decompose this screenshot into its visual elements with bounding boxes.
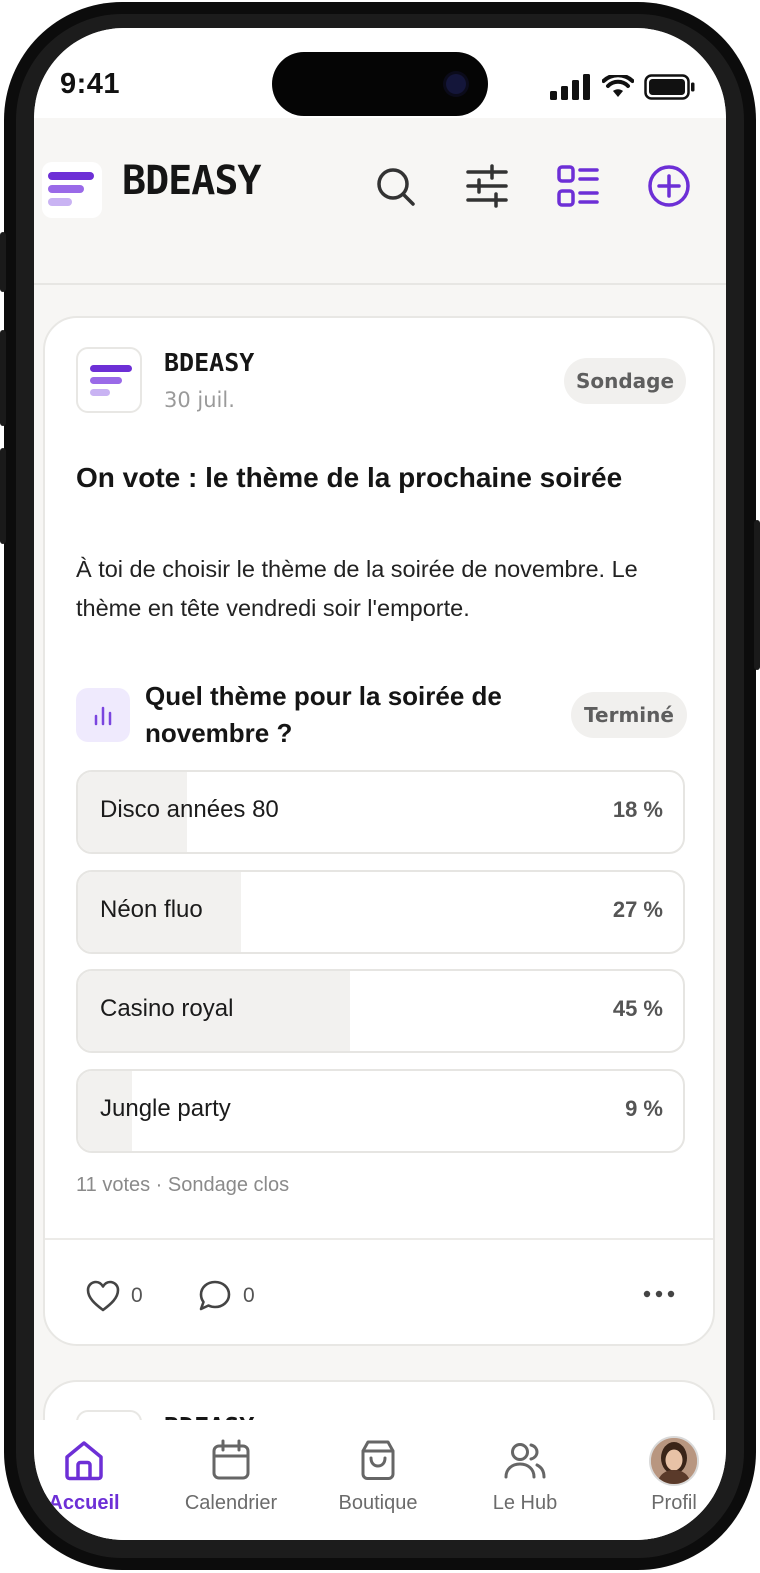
shopping-bag-icon [361,1440,395,1480]
post-card[interactable]: BDEASY 30 juil. Sondage On vote : le thè… [43,316,715,1346]
search-icon[interactable] [373,164,417,208]
tab-accueil[interactable]: Accueil [34,1420,154,1540]
tab-bar: Accueil Calendrier Boutique Le Hub Profi… [34,1420,726,1540]
post-author[interactable]: BDEASY [164,348,254,377]
status-icons [550,72,696,102]
like-count: 0 [131,1284,143,1307]
battery-icon [644,74,695,100]
comment-button[interactable]: 0 [197,1278,255,1314]
poll-option-percent: 27 % [612,897,663,922]
volume-up-button [0,330,6,426]
poll-option-label: Casino royal [100,995,234,1022]
silent-switch [0,232,6,292]
poll-option-percent: 9 % [625,1096,663,1121]
poll-option[interactable]: Jungle party 9 % [76,1069,685,1153]
dynamic-island [272,52,488,116]
tab-label: Le Hub [492,1492,558,1514]
plus-circle-icon[interactable] [647,164,691,208]
status-time: 9:41 [60,68,121,100]
volume-down-button [0,448,6,544]
poll-option-label: Disco années 80 [100,796,279,823]
tab-le-hub[interactable]: Le Hub [455,1420,595,1540]
tab-label: Boutique [338,1492,418,1514]
tab-profil[interactable]: Profil [604,1420,726,1540]
poll-option[interactable]: Disco années 80 18 % [76,770,685,854]
post-body: À toi de choisir le thème de la soirée d… [76,556,638,621]
poll-option-percent: 18 % [612,797,663,822]
avatar [649,1436,699,1486]
screen: 9:41 BDEASY BDEASY 30 juil. Sondage On v… [34,28,726,1540]
tab-boutique[interactable]: Boutique [308,1420,448,1540]
comment-count: 0 [243,1284,255,1307]
app-logo[interactable] [42,162,102,218]
comment-icon [199,1280,231,1311]
poll-option-label: Jungle party [100,1095,231,1122]
app-bar: BDEASY [34,118,726,285]
tab-label: Profil [651,1492,697,1514]
poll-option-label: Néon fluo [100,896,203,923]
poll-chart-icon [76,688,130,742]
power-button [754,520,760,670]
front-camera [446,74,466,94]
calendar-icon [212,1439,250,1480]
list-view-icon[interactable] [556,164,600,208]
author-avatar[interactable] [76,347,142,413]
heart-icon [86,1280,120,1312]
status-bar: 9:41 [34,28,726,118]
tab-label: Accueil [48,1492,120,1514]
poll-meta: 11 votes · Sondage clos [76,1174,290,1196]
poll-status-badge: Terminé [571,692,687,738]
poll-option-percent: 45 % [612,996,663,1021]
post-type-badge: Sondage [564,358,686,404]
poll-question: Quel thème pour la soirée de novembre ? [145,681,502,748]
home-icon [65,1441,103,1481]
sliders-icon[interactable] [465,164,509,208]
users-icon [504,1443,546,1479]
signal-icon [550,74,590,100]
poll-option[interactable]: Néon fluo 27 % [76,870,685,954]
card-divider [45,1238,713,1240]
tab-calendrier[interactable]: Calendrier [161,1420,301,1540]
poll-option[interactable]: Casino royal 45 % [76,969,685,1053]
more-options-icon[interactable] [639,1282,679,1306]
tab-label: Calendrier [184,1492,278,1514]
wifi-icon [602,75,634,97]
like-button[interactable]: 0 [85,1278,143,1314]
brand-title: BDEASY [122,158,261,204]
post-title: On vote : le thème de la prochaine soiré… [76,462,623,493]
post-date: 30 juil. [164,388,235,412]
